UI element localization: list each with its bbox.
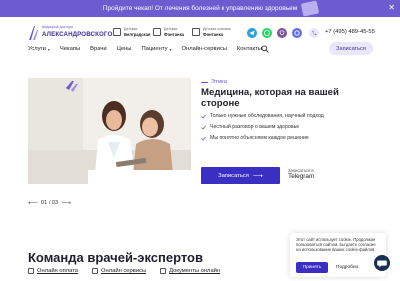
bullet-text: Мы понятно объясняем каждое решение	[210, 135, 309, 141]
chat-button[interactable]	[374, 255, 390, 271]
chevron-down-icon: ▾	[47, 46, 50, 52]
bullet-text: Только нужные обследования, научный подх…	[210, 113, 324, 119]
clinic-link-1[interactable]: Детская Белградская	[113, 27, 150, 37]
slide-counter: 01 / 03	[41, 200, 59, 206]
nav-item-label: Чекапы	[59, 46, 81, 52]
cookie-text: Этот сайт использует cookie. Продолжая п…	[296, 237, 376, 253]
hero-signup-button[interactable]: Записаться ⟶	[201, 167, 280, 184]
online-payment-link[interactable]: Онлайн оплата	[28, 268, 78, 274]
nav-item-label: Пациенту	[141, 46, 168, 52]
online-documents-link[interactable]: Документы онлайн	[160, 268, 220, 274]
logo-name[interactable]: АЛЕКСАНДРОВСКОГО	[42, 31, 112, 38]
slider-pager: ⟵ 01 / 03 ⟶	[28, 199, 71, 207]
viber-icon[interactable]	[277, 28, 287, 38]
arrow-right-icon[interactable]: ⟶	[61, 199, 71, 207]
signup-button[interactable]: Записаться	[329, 42, 373, 55]
telegram-signup-link[interactable]: Записаться в Telegram	[288, 168, 314, 180]
clinic-link-3[interactable]: Детская клиника Фонтанка	[192, 27, 231, 37]
nav-item-label: Врачи	[90, 46, 107, 52]
cookie-details-link[interactable]: Подробно	[336, 265, 358, 270]
hero-tag: Этика	[201, 79, 227, 85]
clinic-name: Фонтанка	[203, 32, 223, 37]
hero-photo	[28, 78, 191, 184]
nav-item-doctors[interactable]: Врачи	[90, 46, 106, 52]
link-label: Онлайн сервисы	[101, 268, 147, 274]
building-icon	[192, 28, 200, 36]
chat-icon	[377, 260, 387, 268]
logo-icon[interactable]	[28, 25, 39, 41]
hero-bullet: Честный разговор о вашем здоровье	[201, 124, 299, 130]
cta-label: Записаться	[218, 172, 249, 179]
clinic-name: Фонтанка	[164, 32, 184, 37]
nav-item-patient[interactable]: Пациенту ▾	[141, 46, 171, 52]
promo-decoration-icon	[300, 0, 320, 17]
telegram-icon[interactable]	[247, 28, 257, 38]
nav-item-prices[interactable]: Цены	[117, 46, 132, 52]
team-section-title: Команда врачей-экспертов	[28, 250, 203, 265]
promo-banner[interactable]: Пройдите чекап! От лечения болезней к уп…	[0, 0, 400, 17]
phone-number[interactable]: +7 (495) 489-45-55	[325, 29, 375, 35]
clinic-link-2[interactable]: Детская Фонтанка	[153, 27, 184, 37]
quick-links: Онлайн оплата Онлайн сервисы Документы о…	[28, 268, 220, 274]
arrow-left-icon[interactable]: ⟵	[28, 199, 38, 207]
check-icon	[201, 136, 206, 141]
tag-label: Этика	[211, 79, 227, 85]
doctor-patient-illustration	[28, 78, 191, 184]
hero-title: Медицина, которая на вашей стороне	[201, 87, 339, 109]
check-icon	[201, 125, 206, 130]
nav-item-label: Онлайн-сервисы	[181, 46, 227, 52]
cookie-accept-button[interactable]: Принять	[296, 262, 328, 273]
document-icon	[160, 268, 167, 274]
promo-text[interactable]: Пройдите чекап! От лечения болезней к уп…	[103, 5, 297, 12]
chevron-down-icon: ▾	[169, 46, 172, 52]
bullet-text: Честный разговор о вашем здоровье	[210, 124, 300, 130]
monitor-icon	[92, 268, 99, 274]
phone-icon[interactable]	[309, 28, 319, 38]
close-icon[interactable]: ✕	[388, 3, 395, 12]
telegram-signup-label: Telegram	[288, 173, 315, 180]
nav-item-label: Контакты	[236, 46, 262, 52]
search-icon[interactable]	[261, 45, 269, 53]
link-label: Документы онлайн	[169, 268, 221, 274]
main-nav: Услуги ▾ Чекапы Врачи Цены Пациенту ▾ Он…	[28, 46, 272, 52]
logo-tagline: медицина доктора	[42, 25, 73, 29]
cookie-banner: Этот сайт использует cookie. Продолжая п…	[290, 233, 386, 277]
building-icon	[153, 28, 161, 36]
arrow-right-icon: ⟶	[252, 172, 263, 180]
online-services-link[interactable]: Онлайн сервисы	[92, 268, 146, 274]
card-icon	[28, 268, 34, 274]
check-icon	[201, 114, 206, 119]
hero-bullet: Только нужные обследования, научный подх…	[201, 113, 324, 119]
max-messenger-icon[interactable]	[292, 28, 302, 38]
nav-item-label: Цены	[116, 46, 132, 52]
hero-bullet: Мы понятно объясняем каждое решение	[201, 135, 309, 141]
link-label: Онлайн оплата	[37, 268, 79, 274]
nav-item-online-services[interactable]: Онлайн-сервисы	[181, 46, 226, 52]
nav-item-label: Услуги	[28, 46, 46, 52]
tag-divider	[201, 81, 208, 83]
clinic-name: Белградская	[124, 32, 151, 37]
building-icon	[113, 28, 121, 36]
nav-item-services[interactable]: Услуги ▾	[28, 46, 50, 52]
nav-item-contacts[interactable]: Контакты	[237, 46, 262, 52]
whatsapp-icon[interactable]	[262, 28, 272, 38]
nav-item-checkups[interactable]: Чекапы	[60, 46, 80, 52]
